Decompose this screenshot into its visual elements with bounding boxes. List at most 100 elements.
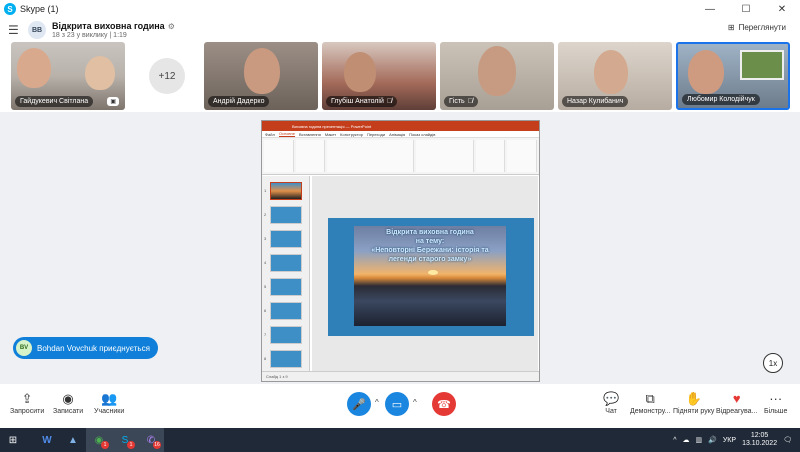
windows-taskbar: ⊞ W ▲ ◉ 1 S1 ✆ 16 ^ ☁ ▥ 🔊 УКР 12:05 13.10.… (0, 428, 800, 452)
participant-tile[interactable]: Гайдукевич Світлана ▣ (11, 42, 125, 110)
ppt-tab[interactable]: Файл (265, 132, 275, 137)
network-icon[interactable]: ▥ (696, 436, 703, 444)
participant-name: Глубіш Анатолій 🎙̸ (326, 96, 398, 107)
participant-tile-active[interactable]: Любомир Колодійчук (676, 42, 790, 110)
video-face-2 (85, 56, 115, 90)
muted-mic-icon: 🎙̸ (386, 98, 393, 105)
participant-strip: Гайдукевич Світлана ▣ +12 Андрій Дадерко… (0, 42, 800, 112)
photos-icon[interactable]: ▲ (60, 428, 86, 452)
ppt-tab[interactable]: Показ слайдів (409, 132, 435, 137)
ppt-status-bar: Слайд 1 з 9 (262, 371, 539, 381)
slide-thumbnail[interactable]: 2 (264, 206, 302, 224)
slide-thumbnail[interactable]: 7 (264, 326, 302, 344)
word-icon[interactable]: W (34, 428, 60, 452)
chat-button[interactable]: 💬 Чат (603, 390, 619, 415)
participant-tile[interactable]: Назар Кулибанич (558, 42, 672, 110)
participant-name: Любомир Колодійчук (682, 94, 760, 105)
slide-thumbnail[interactable]: 4 (264, 254, 302, 272)
react-button[interactable]: ♥ Відреагува... (716, 390, 757, 415)
view-toggle-button[interactable]: ⊞ Переглянути (728, 23, 786, 32)
video-face-1 (17, 48, 51, 88)
camera-icon: ▭ (391, 398, 403, 411)
slide-thumbnails: 1 2 3 4 5 6 7 8 (262, 176, 310, 371)
call-status: 18 з 23 у виклику | 1:19 (52, 32, 127, 39)
slide-thumbnail[interactable]: 8 (264, 350, 302, 368)
call-controls: ⇪ Запросити ◉ Записати 👥 Учасники 🎤 ^ ▭ … (0, 384, 800, 428)
more-button[interactable]: ··· Більше (764, 390, 787, 415)
playback-speed-button[interactable]: 1x (763, 353, 783, 373)
participant-name: Гайдукевич Світлана (15, 96, 94, 107)
participant-tile[interactable]: Андрій Дадерко (204, 42, 318, 110)
hamburger-menu-icon[interactable]: ☰ (8, 23, 28, 37)
tray-chevron-icon[interactable]: ^ (673, 437, 676, 444)
sun-reflection (428, 270, 438, 275)
minimize-button[interactable]: — (692, 0, 728, 18)
ppt-tab[interactable]: Вставлення (299, 132, 321, 137)
video-face (244, 48, 280, 94)
slide-thumbnail[interactable]: 5 (264, 278, 302, 296)
layout-icon: ⊞ (727, 23, 735, 32)
view-toggle-label: Переглянути (738, 23, 786, 32)
ppt-ribbon-tabs: Файл Основне Вставлення Макет Конструкто… (262, 131, 539, 138)
microphone-icon: 🎤 (352, 398, 366, 411)
participants-button[interactable]: 👥 Учасники (94, 390, 124, 415)
camera-button[interactable]: ▭ (385, 392, 409, 416)
language-indicator[interactable]: УКР (723, 437, 736, 444)
share-screen-button[interactable]: ⧉ Демонстру... (630, 390, 670, 415)
gear-icon[interactable]: ⚙ (168, 22, 175, 31)
clock[interactable]: 12:05 13.10.2022 (742, 432, 777, 448)
hangup-phone-icon: ☎ (437, 398, 451, 411)
slide-thumbnail[interactable]: 3 (264, 230, 302, 248)
ppt-tab[interactable]: Конструктор (340, 132, 363, 137)
chrome-icon[interactable]: ◉ 1 (86, 428, 112, 452)
camera-options-chevron-icon[interactable]: ^ (413, 398, 417, 407)
viber-icon[interactable]: ✆ 16 (138, 428, 164, 452)
microphone-button[interactable]: 🎤 (347, 392, 371, 416)
volume-icon[interactable]: 🔊 (708, 436, 717, 444)
notifications-icon[interactable]: 🗨 (783, 436, 792, 444)
ppt-tab-active[interactable]: Основне (278, 131, 295, 137)
conversation-title[interactable]: Відкрита виховна година (52, 21, 165, 31)
mic-options-chevron-icon[interactable]: ^ (375, 398, 379, 407)
chat-icon: 💬 (603, 391, 620, 406)
skype-logo-icon: S (4, 3, 16, 15)
hand-icon: ✋ (685, 391, 702, 406)
more-participants-button[interactable]: +12 (149, 58, 185, 94)
video-face (344, 52, 376, 92)
shared-screen-stage: Виховна година презентація — PowerPoint … (0, 112, 800, 384)
slide-thumbnail[interactable]: 1 (264, 182, 302, 200)
more-dots-icon: ··· (769, 391, 783, 406)
share-up-icon: ⇪ (21, 391, 33, 406)
powerpoint-window[interactable]: Виховна година презентація — PowerPoint … (261, 120, 540, 382)
maximize-button[interactable]: ☐ (728, 0, 764, 18)
ppt-ribbon (262, 138, 539, 175)
record-icon: ◉ (62, 391, 74, 406)
participant-name: Назар Кулибанич (562, 96, 629, 107)
record-button[interactable]: ◉ Записати (53, 390, 83, 415)
slide-thumbnail[interactable]: 6 (264, 302, 302, 320)
conversation-avatar[interactable]: ВВ (28, 21, 46, 39)
slide-title: Відкрита виховна година на тему: «Неповт… (371, 229, 489, 263)
slide-canvas[interactable]: Відкрита виховна година на тему: «Неповт… (312, 176, 538, 371)
heart-icon: ♥ (732, 391, 741, 406)
participant-name: Гість 🎙̸ (444, 96, 478, 107)
ppt-tab[interactable]: Макет (325, 132, 336, 137)
participant-tile[interactable]: Глубіш Анатолій 🎙̸ (322, 42, 436, 110)
close-button[interactable]: ✕ (764, 0, 800, 18)
skype-taskbar-icon[interactable]: S1 (112, 428, 138, 452)
windows-start-icon[interactable]: ⊞ (0, 428, 26, 452)
ppt-tab[interactable]: Переходи (367, 132, 385, 137)
invite-button[interactable]: ⇪ Запросити (10, 390, 44, 415)
participant-tile[interactable]: Гість 🎙̸ (440, 42, 554, 110)
cloud-icon[interactable]: ☁ (683, 436, 690, 444)
video-face (594, 50, 628, 94)
join-notification: BV Bohdan Vovchuk приєднується (13, 337, 158, 359)
window-titlebar: S Skype (1) — ☐ ✕ (0, 0, 800, 18)
hangup-button[interactable]: ☎ (432, 392, 456, 416)
raise-hand-button[interactable]: ✋ Підняти руку (673, 390, 714, 415)
video-face (688, 50, 724, 94)
current-slide[interactable]: Відкрита виховна година на тему: «Неповт… (328, 218, 534, 336)
window-title: Skype (1) (20, 4, 59, 14)
muted-mic-icon: 🎙̸ (467, 98, 473, 105)
ppt-tab[interactable]: Анімація (389, 132, 405, 137)
